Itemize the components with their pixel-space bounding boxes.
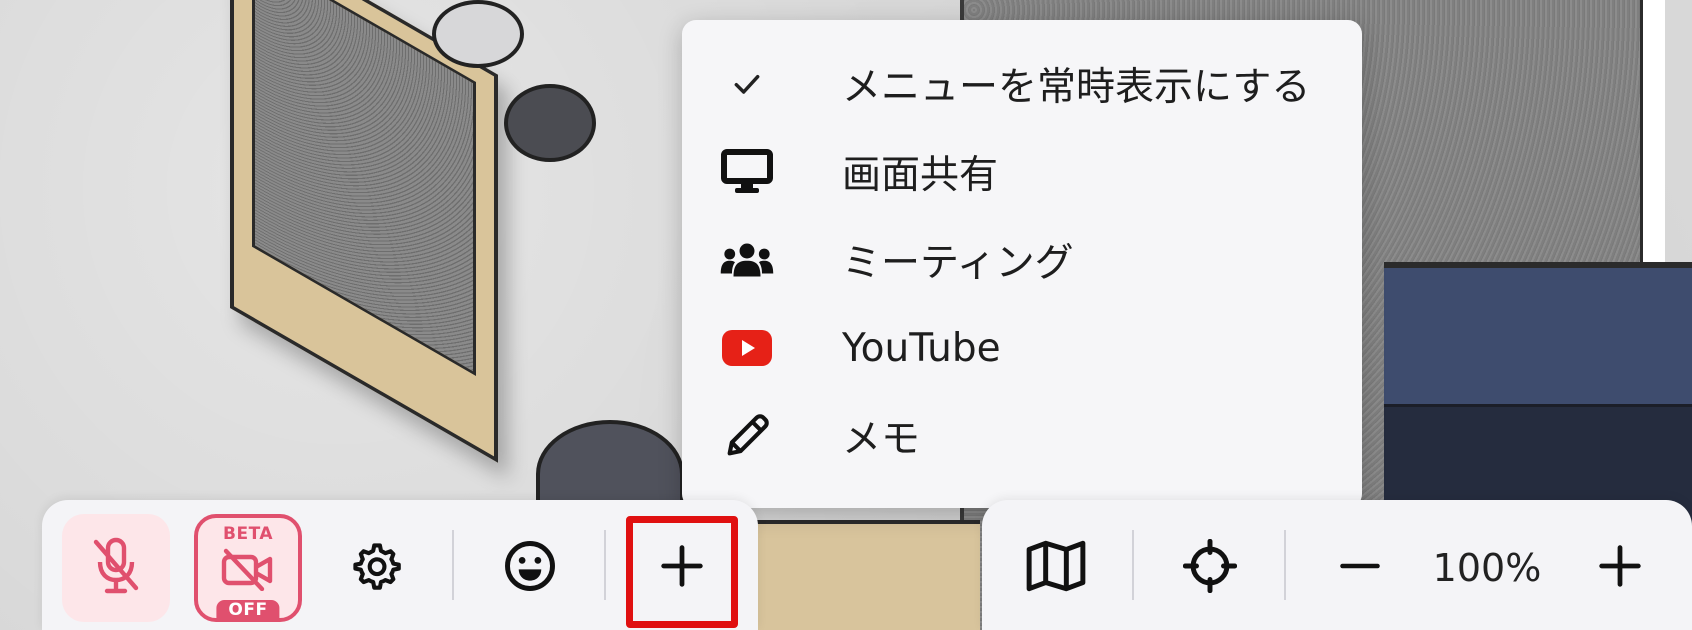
minus-icon bbox=[1339, 545, 1381, 591]
toolbar-divider bbox=[604, 530, 606, 600]
wall-segment bbox=[1640, 0, 1665, 262]
users-icon bbox=[720, 233, 774, 287]
add-button-highlight bbox=[626, 516, 738, 628]
map-icon bbox=[1025, 539, 1087, 597]
mic-off-icon bbox=[90, 536, 142, 600]
stool-dark bbox=[504, 84, 596, 162]
toolbar-divider bbox=[452, 530, 454, 600]
map-button[interactable] bbox=[1002, 514, 1110, 622]
beta-badge: BETA bbox=[222, 524, 274, 544]
menu-item-label: 画面共有 bbox=[842, 153, 999, 198]
mic-toggle-button[interactable] bbox=[62, 514, 170, 622]
plus-icon bbox=[1598, 544, 1642, 592]
zoom-in-button[interactable] bbox=[1566, 514, 1674, 622]
menu-item-label: メモ bbox=[842, 417, 921, 462]
gear-icon bbox=[350, 540, 402, 596]
locate-button[interactable] bbox=[1156, 514, 1264, 622]
bench bbox=[720, 520, 980, 630]
youtube-icon bbox=[720, 321, 774, 375]
check-icon bbox=[720, 57, 774, 111]
off-badge: OFF bbox=[216, 600, 280, 620]
map-controls-toolbar: 100% bbox=[982, 500, 1692, 630]
toolbar-divider bbox=[1284, 530, 1286, 600]
zoom-level: 100% bbox=[1432, 546, 1542, 590]
stool-light bbox=[432, 0, 524, 68]
settings-button[interactable] bbox=[322, 514, 430, 622]
menu-item-screen-share[interactable]: 画面共有 bbox=[682, 128, 1362, 216]
crosshair-icon bbox=[1182, 538, 1238, 597]
toolbar-divider bbox=[1132, 530, 1134, 600]
menu-item-label: YouTube bbox=[842, 325, 1001, 371]
reaction-button[interactable] bbox=[476, 514, 584, 622]
pencil-icon bbox=[720, 409, 774, 463]
main-toolbar: BETA OFF bbox=[42, 500, 758, 630]
add-menu-dropdown: メニューを常時表示にする 画面共有 ミーティング YouTube メモ bbox=[682, 20, 1362, 508]
menu-item-meeting[interactable]: ミーティング bbox=[682, 216, 1362, 304]
blue-furniture bbox=[1384, 262, 1692, 410]
video-off-icon bbox=[220, 547, 276, 595]
menu-item-always-show[interactable]: メニューを常時表示にする bbox=[682, 40, 1362, 128]
menu-item-memo[interactable]: メモ bbox=[682, 392, 1362, 480]
menu-item-label: メニューを常時表示にする bbox=[842, 65, 1311, 110]
zoom-out-button[interactable] bbox=[1306, 514, 1414, 622]
app-window: メニューを常時表示にする 画面共有 ミーティング YouTube メモ BETA… bbox=[0, 0, 1692, 630]
monitor-icon bbox=[720, 145, 774, 199]
menu-item-youtube[interactable]: YouTube bbox=[682, 304, 1362, 392]
smile-icon bbox=[503, 539, 557, 597]
camera-toggle-button[interactable]: BETA OFF bbox=[194, 514, 302, 622]
menu-item-label: ミーティング bbox=[842, 241, 1074, 286]
